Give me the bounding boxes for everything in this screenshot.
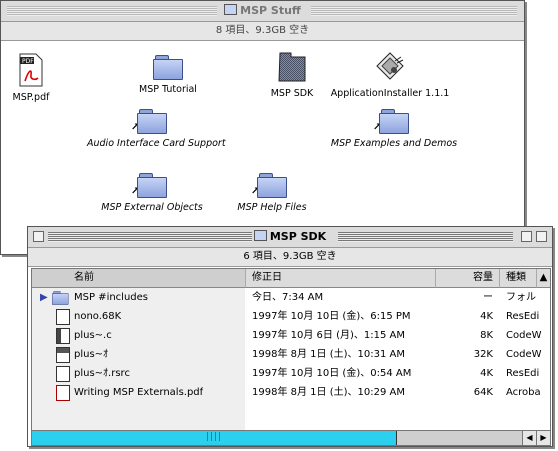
scroll-left-arrow[interactable]: ◀: [522, 431, 536, 445]
finder-window-msp-sdk[interactable]: MSP SDK 6 項目、9.3GB 空き 名前 修正日 容量 種類 ▲ ▶ M…: [27, 226, 553, 447]
list-item[interactable]: ▶ MSP #includes 今日、7:34 AM ー フォル: [32, 288, 550, 307]
codewarrior-file-icon: [56, 328, 70, 344]
title-bar[interactable]: MSP Stuff: [1, 1, 524, 22]
column-header-date[interactable]: 修正日: [246, 269, 436, 288]
list-item[interactable]: nono.68K 1997年 10月 10日 (金)、6:15 PM 4K Re…: [32, 307, 550, 326]
folder-alias-icon: ↗: [373, 107, 409, 134]
icon-msp-pdf[interactable]: PDF MSP.pdf: [0, 53, 91, 103]
finder-window-msp-stuff[interactable]: MSP Stuff 8 項目、9.3GB 空き PDF MSP.pdf MSP …: [0, 0, 525, 255]
sort-direction-button[interactable]: ▲: [537, 269, 550, 288]
folder-alias-icon: ↗: [251, 171, 287, 198]
list-item[interactable]: Writing MSP Externals.pdf 1998年 8月 1日 (土…: [32, 383, 550, 402]
resedit-file-icon: [56, 366, 70, 382]
folder-alias-icon: ↗: [131, 171, 167, 198]
pdf-icon: [56, 385, 70, 401]
icon-application-installer[interactable]: ApplicationInstaller 1.1.1: [325, 51, 455, 99]
icon-audio-interface-card-support[interactable]: ↗ Audio Interface Card Support: [87, 107, 226, 149]
codewarrior-project-icon: [56, 347, 70, 363]
window-title: MSP Stuff: [1, 4, 524, 17]
pdf-icon: PDF: [19, 53, 43, 87]
column-header-kind[interactable]: 種類: [500, 269, 537, 288]
status-info: 6 項目、9.3GB 空き: [28, 248, 552, 267]
status-info: 8 項目、9.3GB 空き: [1, 22, 524, 41]
list-view[interactable]: 名前 修正日 容量 種類 ▲ ▶ MSP #includes 今日、7:34 A…: [31, 268, 551, 435]
list-item[interactable]: plus~ｵ.rsrc 1997年 10月 10日 (金)、0:54 AM 4K…: [32, 364, 550, 383]
folder-alias-icon: ↗: [131, 107, 167, 134]
list-item[interactable]: plus~.c 1997年 10月 6日 (月)、1:15 AM 8K Code…: [32, 326, 550, 345]
disclosure-triangle-icon[interactable]: ▶: [40, 288, 48, 307]
resedit-file-icon: [56, 309, 70, 325]
folder-icon: [52, 290, 69, 305]
column-header-name[interactable]: 名前: [32, 269, 246, 288]
horizontal-scrollbar[interactable]: |||| ◀ ▶: [31, 430, 551, 446]
installer-icon: [376, 52, 404, 80]
folder-icon: [153, 53, 183, 80]
svg-text:PDF: PDF: [22, 58, 34, 65]
scrollbar-thumb[interactable]: ||||: [32, 431, 397, 445]
list-item[interactable]: plus~ｵ 1998年 8月 1日 (土)、10:31 AM 32K Code…: [32, 345, 550, 364]
icon-msp-external-objects[interactable]: ↗ MSP External Objects: [87, 171, 217, 213]
folder-icon: [224, 4, 238, 15]
icon-msp-tutorial[interactable]: MSP Tutorial: [103, 53, 233, 95]
folder-icon: [253, 230, 267, 241]
scroll-right-arrow[interactable]: ▶: [536, 431, 550, 445]
folder-icon: [278, 52, 306, 82]
icon-msp-examples-and-demos[interactable]: ↗ MSP Examples and Demos: [329, 107, 459, 149]
column-header-size[interactable]: 容量: [436, 269, 500, 288]
window-title: MSP SDK: [28, 230, 552, 243]
icon-msp-help-files[interactable]: ↗ MSP Help Files: [207, 171, 337, 213]
title-bar[interactable]: MSP SDK: [28, 227, 552, 248]
